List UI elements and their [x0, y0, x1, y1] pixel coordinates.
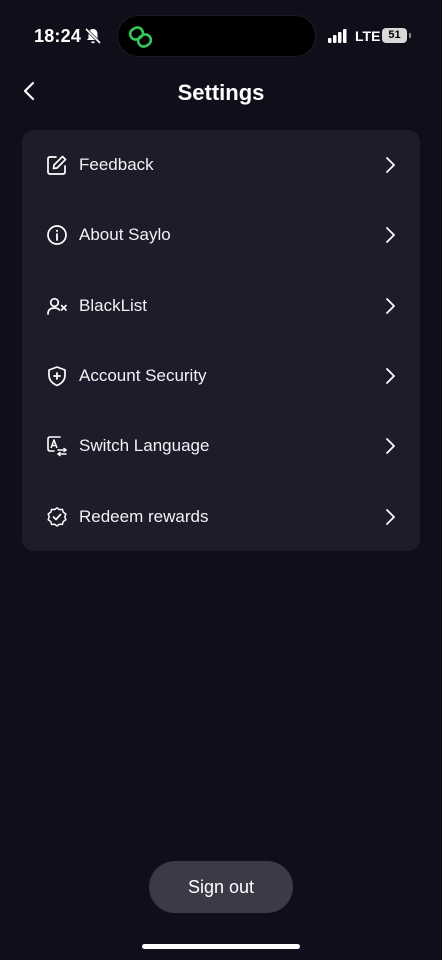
chevron-right-icon — [383, 367, 397, 385]
settings-item-switch-language[interactable]: Switch Language — [22, 411, 420, 481]
sign-out-button[interactable]: Sign out — [149, 861, 293, 913]
chevron-right-icon — [383, 226, 397, 244]
badge-check-icon — [46, 506, 68, 528]
link-icon — [128, 25, 154, 49]
network-type: LTE — [355, 28, 381, 44]
translate-icon — [46, 435, 68, 457]
back-button[interactable] — [14, 78, 44, 108]
chevron-right-icon — [383, 437, 397, 455]
shield-plus-icon — [46, 365, 68, 387]
status-bar: 18:24 LTE 51 — [0, 0, 442, 72]
status-time: 18:24 — [34, 26, 82, 46]
edit-icon — [46, 154, 68, 176]
settings-item-about[interactable]: About Saylo — [22, 200, 420, 270]
settings-item-label: Account Security — [79, 366, 207, 386]
settings-item-blacklist[interactable]: BlackList — [22, 271, 420, 341]
settings-list: Feedback About Saylo BlackList Account S… — [22, 130, 420, 551]
settings-item-label: BlackList — [79, 295, 148, 315]
bell-muted-icon — [84, 27, 102, 45]
dynamic-island — [117, 15, 316, 57]
info-icon — [46, 224, 68, 246]
battery-tip — [409, 33, 411, 38]
settings-item-redeem-rewards[interactable]: Redeem rewards — [22, 481, 420, 551]
battery-icon: 51 — [382, 28, 407, 43]
page-title: Settings — [177, 80, 265, 105]
chevron-right-icon — [383, 508, 397, 526]
settings-item-feedback[interactable]: Feedback — [22, 130, 420, 200]
chevron-left-icon — [22, 80, 36, 107]
chevron-right-icon — [383, 156, 397, 174]
settings-item-account-security[interactable]: Account Security — [22, 341, 420, 411]
settings-item-label: Redeem rewards — [79, 506, 209, 526]
signal-icon — [328, 29, 348, 43]
chevron-right-icon — [383, 297, 397, 315]
settings-item-label: Feedback — [79, 155, 154, 175]
user-block-icon — [46, 295, 68, 317]
home-indicator[interactable] — [142, 944, 300, 949]
settings-item-label: Switch Language — [79, 436, 210, 456]
settings-item-label: About Saylo — [79, 225, 171, 245]
